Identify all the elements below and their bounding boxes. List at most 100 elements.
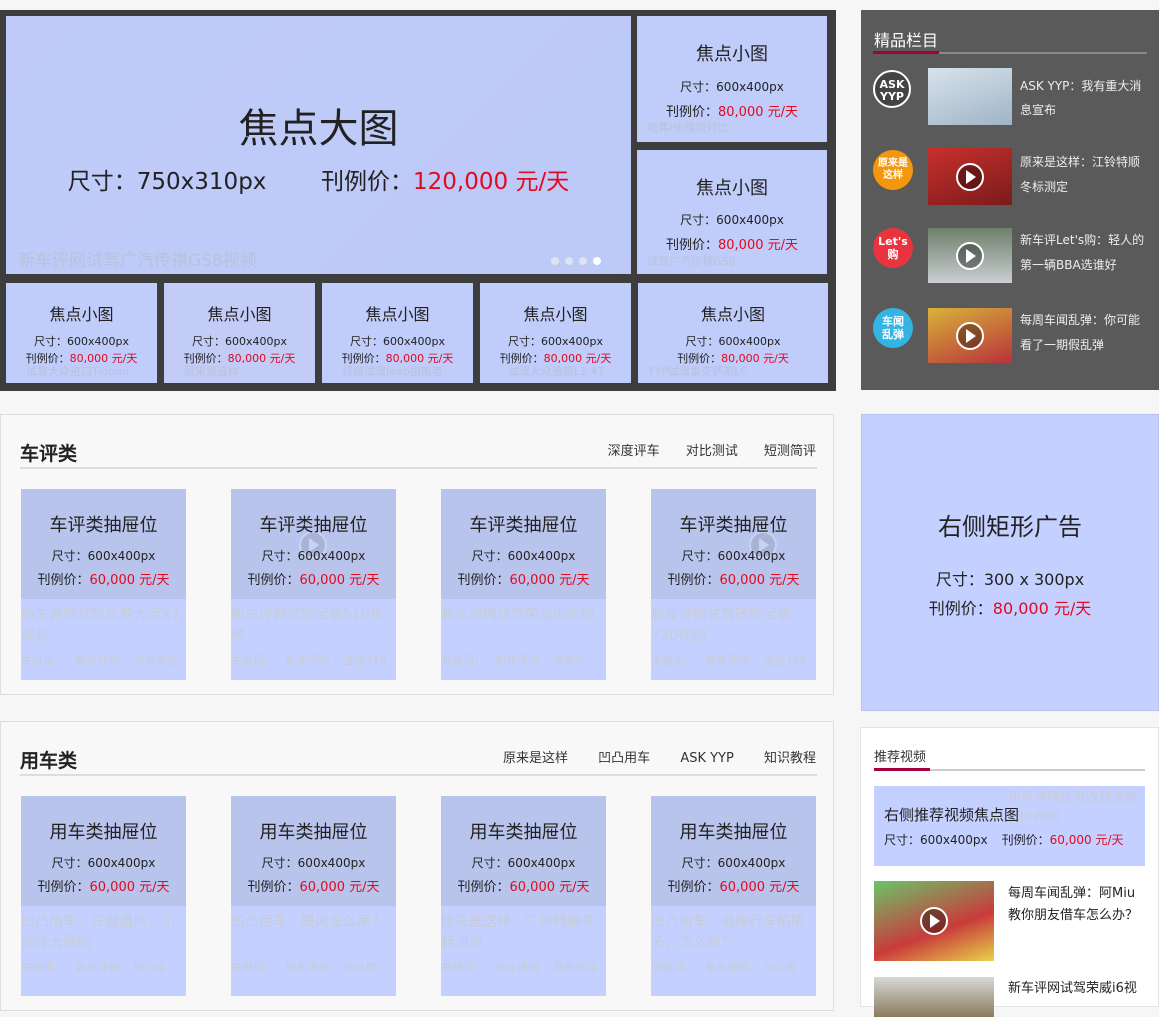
section-link[interactable]: ASK YYP — [680, 751, 734, 766]
yuanlai-logo-icon: 原来是 这样 — [873, 150, 913, 190]
card-keywords: 关键词： 新车评网 凹凸用 — [651, 961, 797, 974]
card-size: 尺寸：600x400px — [51, 549, 156, 563]
focus-small-size: 尺寸：600x400px — [350, 335, 445, 348]
price-value: 60,000 元/天 — [299, 880, 380, 895]
recommend-item[interactable]: 新车评网试驾荣威i6视 — [874, 977, 1154, 1017]
carousel-dot[interactable] — [551, 257, 559, 265]
price-label: 刊例价： — [247, 573, 300, 588]
focus-small-title: 焦点小图 — [207, 305, 272, 324]
focus-small-title: 焦点小图 — [49, 305, 114, 324]
recommend-thumb[interactable] — [874, 977, 994, 1017]
usage-section: 用车类 原来是这样 凹凸用车 ASK YYP 知识教程 用车类抽屉位 尺寸：60… — [0, 721, 834, 1011]
ad-price-row: 刊例价：80,000 元/天 — [862, 595, 1158, 619]
drawer-card[interactable]: 用车类抽屉位 尺寸：600x400px 刊例价：60,000 元/天 凹凸用车：… — [21, 796, 186, 996]
focus-bottom-small-1[interactable]: 焦点小图 尺寸：600x400px 刊例价：80,000 元/天 试驾大众进口T… — [6, 283, 157, 383]
drawer-card[interactable]: 用车类抽屉位 尺寸：600x400px 刊例价：60,000 元/天 原来是这样… — [441, 796, 606, 996]
focus-small-size: 尺寸：600x400px — [680, 80, 784, 94]
card-size: 尺寸：600x400px — [681, 549, 786, 563]
focus-bottom-small-3[interactable]: 焦点小图 尺寸：600x400px 刊例价：80,000 元/天 视频试驾Jee… — [322, 283, 473, 383]
focus-small-caption: 原来是这样 — [184, 365, 239, 378]
focus-bottom-small-2[interactable]: 焦点小图 尺寸：600x400px 刊例价：80,000 元/天 原来是这样 — [164, 283, 315, 383]
price-value: 60,000 元/天 — [509, 880, 590, 895]
featured-thumb[interactable] — [928, 148, 1012, 205]
carousel-dots[interactable] — [551, 257, 603, 265]
featured-item-text[interactable]: 新车评Let's购：轻人的第一辆BBA选谁好 — [1020, 228, 1148, 278]
carousel-dot[interactable] — [579, 257, 587, 265]
recommend-item-text[interactable]: 新车评网试驾荣威i6视 — [1008, 979, 1148, 999]
card-size: 尺寸：600x400px — [261, 856, 366, 870]
price-label: 刊例价： — [928, 599, 993, 618]
card-title: 用车类抽屉位 — [469, 822, 578, 843]
card-title: 车评类抽屉位 — [469, 515, 578, 536]
card-caption: 新车评网试驾宝骏510视频 — [231, 607, 384, 644]
drawer-card[interactable]: 用车类抽屉位 尺寸：600x400px 刊例价：60,000 元/天 凹凸用车：… — [651, 796, 816, 996]
drawer-card[interactable]: 车评类抽屉位 尺寸：600x400px 刊例价：60,000 元/天 新车评网试… — [231, 489, 396, 680]
section-link[interactable]: 知识教程 — [764, 751, 816, 766]
featured-panel: 精品栏目 ASK YYP ASK YYP：我有重大消息宣布 原来是 这样 原来是这样… — [861, 10, 1159, 390]
featured-item[interactable]: 车闻 乱弹 每周车闻乱弹：你可能看了一期假乱弹 — [873, 308, 1153, 364]
card-size: 尺寸：600x400px — [51, 856, 156, 870]
featured-item-text[interactable]: 原来是这样：江铃特顺冬标测定 — [1020, 150, 1148, 200]
focus-small-caption: YYP试驾雷克萨斯LC — [648, 365, 748, 378]
play-icon — [920, 907, 948, 935]
focus-small-price-row: 刊例价：80,000 元/天 — [637, 234, 827, 253]
drawer-card[interactable]: 车评类抽屉位 尺寸：600x400px 刊例价：60,000 元/天 新车评网试… — [441, 489, 606, 680]
section-link[interactable]: 深度评车 — [608, 444, 660, 459]
drawer-card[interactable]: 车评类抽屉位 尺寸：600x400px 刊例价：60,000 元/天 新车评网试… — [651, 489, 816, 680]
card-price-row: 刊例价：60,000 元/天 — [231, 569, 396, 588]
carousel-dot[interactable] — [593, 257, 601, 265]
card-caption: 新车评网试驾改款宝骏730视频 — [651, 607, 791, 644]
focus-small-size: 尺寸：600x400px — [685, 335, 781, 348]
focus-bottom-small-4[interactable]: 焦点小图 尺寸：600x400px 刊例价：80,000 元/天 试驾大众途观L… — [480, 283, 631, 383]
drawer-card[interactable]: 车评类抽屉位 尺寸：600x400px 刊例价：60,000 元/天 新车评网试… — [21, 489, 186, 680]
featured-item[interactable]: ASK YYP ASK YYP：我有重大消息宣布 — [873, 68, 1153, 126]
drawer-card[interactable]: 用车类抽屉位 尺寸：600x400px 刊例价：60,000 元/天 凹凸用车：… — [231, 796, 396, 996]
price-label: 刊例价： — [457, 573, 510, 588]
recommend-focus[interactable]: 新车评网试驾改款宝骏730视频 右侧推荐视频焦点图 尺寸：600x400px 刊例… — [874, 786, 1145, 866]
card-size: 尺寸：600x400px — [471, 856, 576, 870]
featured-item-text[interactable]: 每周车闻乱弹：你可能看了一期假乱弹 — [1020, 308, 1148, 358]
focus-right-small-1[interactable]: 焦点小图 尺寸：600x400px 刊例价：80,000 元/天 哈弗H6横向对… — [637, 16, 827, 142]
featured-title: 精品栏目 — [874, 31, 939, 50]
focus-big-title: 焦点大图 — [238, 106, 399, 152]
card-title: 车评类抽屉位 — [49, 515, 158, 536]
price-label: 刊例价： — [665, 105, 718, 120]
price-label: 刊例价： — [247, 880, 300, 895]
price-label: 刊例价： — [667, 573, 720, 588]
recommend-item[interactable]: 每周车闻乱弹：阿Miu教你朋友借车怎么办？ — [874, 881, 1154, 963]
section-link[interactable]: 原来是这样 — [503, 751, 568, 766]
right-rect-ad[interactable]: 右侧矩形广告 尺寸：300 x 300px 刊例价：80,000 元/天 — [861, 414, 1159, 711]
card-price-row: 刊例价：60,000 元/天 — [231, 876, 396, 895]
featured-thumb[interactable] — [928, 228, 1012, 283]
price-label: 刊例价： — [37, 573, 90, 588]
section-link[interactable]: 凹凸用车 — [598, 751, 650, 766]
featured-thumb[interactable] — [928, 68, 1012, 125]
card-caption: 原来是这样：江铃特顺冬标测定 — [441, 914, 595, 951]
recommend-focus-title: 右侧推荐视频焦点图 — [884, 806, 1020, 824]
section-title: 用车类 — [20, 750, 78, 772]
focus-small-size: 尺寸：600x400px — [680, 213, 784, 227]
featured-item[interactable]: Let's 购 新车评Let's购：轻人的第一辆BBA选谁好 — [873, 228, 1153, 284]
recommend-focus-caption: 新车评网试驾改款宝骏730视频 — [1008, 790, 1139, 825]
card-title: 车评类抽屉位 — [259, 515, 368, 536]
featured-item[interactable]: 原来是 这样 原来是这样：江铃特顺冬标测定 — [873, 148, 1153, 206]
section-link[interactable]: 对比测试 — [686, 444, 738, 459]
section-link[interactable]: 短测简评 — [764, 444, 816, 459]
recommend-thumb[interactable] — [874, 881, 994, 961]
recommend-item-text[interactable]: 每周车闻乱弹：阿Miu教你朋友借车怎么办？ — [1008, 883, 1140, 927]
card-price-row: 刊例价：60,000 元/天 — [21, 876, 186, 895]
focus-big-size: 尺寸：750x310px — [67, 169, 267, 195]
featured-thumb[interactable] — [928, 308, 1012, 363]
section-divider — [20, 774, 817, 776]
focus-big-slot[interactable]: 焦点大图 尺寸：750x310px 刊例价：120,000 元/天 新车评网试驾… — [6, 16, 631, 274]
focus-bottom-small-5[interactable]: 焦点小图 尺寸：600x400px 刊例价：80,000 元/天 YYP试驾雷克… — [638, 283, 828, 383]
focus-small-title: 焦点小图 — [523, 305, 588, 324]
card-title: 用车类抽屉位 — [49, 822, 158, 843]
carousel-dot[interactable] — [565, 257, 573, 265]
featured-item-text[interactable]: ASK YYP：我有重大消息宣布 — [1020, 74, 1148, 122]
card-price-row: 刊例价：60,000 元/天 — [21, 569, 186, 588]
focus-right-small-2[interactable]: 焦点小图 尺寸：600x400px 刊例价：80,000 元/天 试驾广汽传祺G… — [637, 150, 827, 274]
card-keywords: 关键词： 新车评网 原来是这 — [441, 961, 598, 974]
section-links: 原来是这样 凹凸用车 ASK YYP 知识教程 — [477, 747, 816, 766]
section-links: 深度评车 对比测试 短测简评 — [586, 440, 816, 459]
